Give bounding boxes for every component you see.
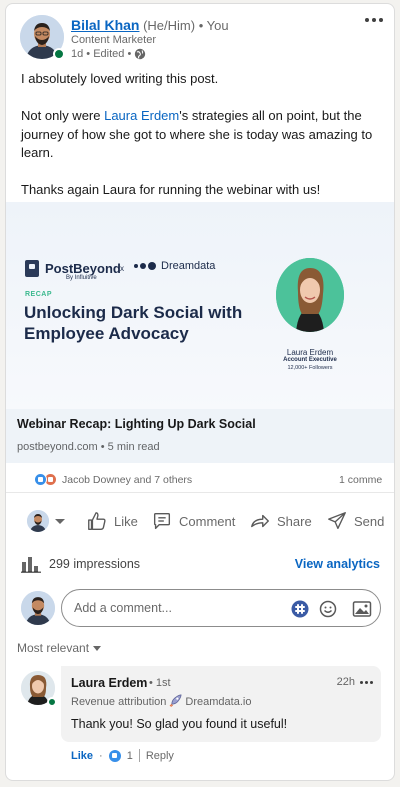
chevron-down-icon	[93, 645, 102, 651]
send-button[interactable]: Send	[326, 504, 384, 538]
speaker-name: Laura Erdem	[286, 348, 334, 357]
sort-label: Most relevant	[17, 641, 90, 655]
comment-text: Thank you! So glad you found it useful!	[71, 717, 288, 731]
comment-item: Laura Erdem • 1st Revenue attribution Dr…	[6, 666, 394, 776]
post-action-bar: Like Comment Share Send	[6, 504, 394, 538]
post-paragraph: Not only were Laura Erdem's strategies a…	[21, 108, 373, 160]
author-avatar-wrap[interactable]	[20, 15, 65, 60]
preview-title[interactable]: Webinar Recap: Lighting Up Dark Social	[17, 417, 256, 431]
comment-bubble: Laura Erdem • 1st Revenue attribution Dr…	[61, 666, 381, 742]
author-name-link[interactable]: Bilal Khan	[71, 17, 139, 33]
reaction-actor-switcher[interactable]	[27, 504, 65, 538]
online-status-dot	[47, 697, 57, 707]
post-analytics: 299 impressions View analytics	[6, 552, 394, 576]
more-dot-icon	[365, 18, 369, 22]
chevron-down-icon	[55, 518, 65, 524]
comment-reply-button[interactable]: Reply	[146, 750, 174, 762]
commenter-avatar-wrap[interactable]	[21, 671, 57, 707]
send-label: Send	[354, 513, 385, 529]
thumbs-up-icon	[86, 510, 108, 532]
impressions-count: 299 impressions	[49, 557, 141, 571]
comment-button[interactable]: Comment	[151, 504, 235, 538]
comment-input[interactable]	[74, 598, 284, 618]
comment-more-options-button[interactable]	[360, 681, 373, 684]
speaker-followers: 12,000+ Followers	[287, 365, 333, 371]
reactions-icons[interactable]	[34, 473, 57, 486]
comment-composer	[6, 587, 394, 631]
like-reaction-icon	[108, 749, 121, 762]
author-name-line: Bilal Khan (He/Him) • You	[71, 17, 229, 34]
divider	[138, 749, 140, 762]
share-label: Share	[277, 513, 312, 529]
like-label: Like	[114, 513, 138, 529]
feed-post-card: Bilal Khan (He/Him) • You Content Market…	[5, 3, 395, 781]
my-avatar	[21, 591, 55, 625]
actor-avatar	[27, 510, 49, 532]
post-body-text: I absolutely loved writing this post. No…	[21, 70, 383, 218]
comments-count[interactable]: 1 comme	[339, 474, 382, 486]
post-more-options-button[interactable]	[362, 12, 386, 32]
preview-caption[interactable]: Webinar Recap: Lighting Up Dark Social p…	[6, 409, 394, 463]
bar-chart-icon	[21, 555, 41, 578]
view-analytics-link[interactable]: View analytics	[295, 557, 380, 571]
speaker-title: Account Executive	[283, 357, 337, 363]
post-meta-text: 1d • Edited •	[71, 48, 132, 60]
online-status-dot	[53, 48, 65, 60]
post-paragraph: I absolutely loved writing this post.	[21, 71, 219, 86]
like-reaction-icon	[34, 473, 47, 486]
comment-bubble-icon	[151, 510, 173, 532]
comment-sort-dropdown[interactable]: Most relevant	[17, 641, 102, 655]
more-dot-icon	[370, 681, 373, 684]
dreamdata-logo: Dreamdata	[134, 260, 215, 272]
post-meta: 1d • Edited •	[71, 48, 146, 60]
commenter-degree: • 1st	[149, 677, 171, 689]
speaker-photo	[276, 258, 344, 332]
author-degree: • You	[198, 18, 229, 33]
author-pronouns: (He/Him)	[143, 18, 196, 33]
share-button[interactable]: Share	[249, 504, 312, 538]
commenter-headline: Revenue attribution Dreamdata.io	[71, 694, 252, 710]
more-dot-icon	[372, 18, 376, 22]
collab-x: x	[120, 264, 124, 273]
more-dot-icon	[379, 18, 383, 22]
post-header: Bilal Khan (He/Him) • You Content Market…	[6, 4, 394, 66]
preview-tag: RECAP	[25, 291, 53, 298]
preview-banner-image[interactable]: PostBeyond By Influitive x Dreamdata REC…	[6, 202, 394, 411]
slack-icon[interactable]	[290, 599, 310, 619]
send-plane-icon	[326, 510, 348, 532]
reactions-summary[interactable]: Jacob Downey and 7 others	[62, 474, 192, 486]
more-dot-icon	[365, 681, 368, 684]
social-counts: Jacob Downey and 7 others 1 comme	[6, 467, 394, 493]
author-headline: Content Marketer	[71, 34, 156, 46]
rocket-icon	[169, 694, 182, 710]
share-arrow-icon	[249, 510, 271, 532]
comment-label: Comment	[179, 513, 236, 529]
comment-actions: Like · 1 Reply	[71, 749, 174, 762]
postbeyond-logo-sub: By Influitive	[66, 275, 97, 281]
globe-icon	[134, 48, 146, 60]
preview-source: postbeyond.com • 5 min read	[17, 441, 160, 453]
more-dot-icon	[360, 681, 363, 684]
like-button[interactable]: Like	[86, 504, 138, 538]
preview-headline: Unlocking Dark Social with Employee Advo…	[24, 303, 243, 343]
emoji-icon[interactable]	[318, 599, 338, 619]
comment-timestamp: 22h	[336, 676, 355, 688]
comment-like-count[interactable]: 1	[127, 750, 133, 762]
comment-like-button[interactable]: Like	[71, 750, 93, 762]
comment-input-box[interactable]	[61, 589, 381, 627]
postbeyond-logo-icon	[25, 260, 39, 277]
link-preview[interactable]: PostBeyond By Influitive x Dreamdata REC…	[6, 202, 394, 465]
image-icon[interactable]	[352, 599, 372, 619]
post-paragraph: Thanks again Laura for running the webin…	[21, 182, 321, 197]
commenter-name[interactable]: Laura Erdem	[71, 676, 147, 690]
mention-link[interactable]: Laura Erdem	[104, 108, 179, 123]
dreamdata-logo-icon	[134, 262, 156, 270]
comment-bullet: ·	[99, 749, 103, 762]
